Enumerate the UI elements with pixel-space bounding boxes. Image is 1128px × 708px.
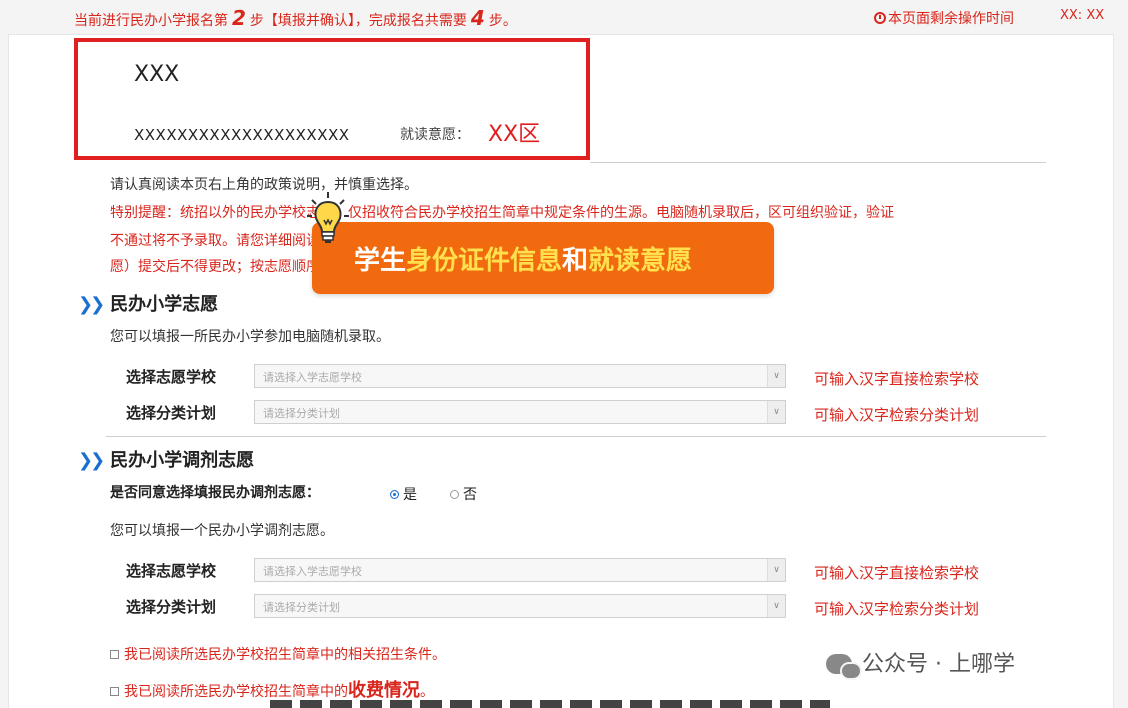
chevron-right-icon: ❯❯	[78, 294, 105, 315]
section1-plan-tip: 可输入汉字检索分类计划	[814, 406, 980, 424]
checkbox-box[interactable]	[110, 687, 119, 696]
highlight-callout: 学生身份证件信息和就读意愿	[312, 222, 774, 294]
section1-plan-select[interactable]: 请选择分类计划 ∨	[254, 400, 786, 424]
checkbox-label-fees-prefix: 我已阅读所选民办学校招生简章中的	[124, 684, 348, 700]
chevron-down-icon[interactable]: ∨	[767, 559, 785, 581]
section1-title-text: 民办小学志愿	[110, 294, 219, 315]
total-steps-number: 4	[470, 6, 485, 30]
clock-icon	[874, 12, 886, 24]
section2-plan-tip: 可输入汉字检索分类计划	[814, 600, 980, 618]
chevron-down-icon[interactable]: ∨	[767, 595, 785, 617]
section1-school-select[interactable]: 请选择入学志愿学校 ∨	[254, 364, 786, 388]
divider	[106, 436, 1046, 437]
radio-yes-dot[interactable]	[390, 490, 399, 499]
section1-school-placeholder: 请选择入学志愿学校	[263, 371, 362, 384]
timer-label-text: 本页面剩余操作时间	[888, 11, 1014, 27]
callout-text: 学生身份证件信息和就读意愿	[354, 240, 692, 277]
watermark: 公众号 · 上哪学	[826, 646, 1015, 680]
section2-school-placeholder: 请选择入学志愿学校	[263, 565, 362, 578]
callout-part-3: 和	[562, 246, 589, 276]
radio-no[interactable]: 否	[450, 484, 477, 504]
section2-school-select[interactable]: 请选择入学志愿学校 ∨	[254, 558, 786, 582]
current-step-number: 2	[232, 6, 246, 30]
top-bar: 当前进行民办小学报名第 2 步【填报并确认】，完成报名共需要 4 步。 本页面剩余操作时…	[0, 0, 1128, 34]
lightbulb-icon	[307, 192, 349, 243]
notice-line-1: 请认真阅读本页右上角的政策说明，并慎重选择。	[110, 177, 418, 193]
section1-school-tip: 可输入汉字直接检索学校	[814, 370, 980, 388]
callout-part-4: 就读意愿	[588, 246, 693, 276]
wechat-icon	[826, 654, 862, 680]
timer-value: XX: XX	[1060, 8, 1105, 23]
section-title-private-school: ❯❯ 民办小学志愿	[78, 290, 218, 316]
section2-school-tip: 可输入汉字直接检索学校	[814, 564, 980, 582]
checkbox-admission-conditions[interactable]: 我已阅读所选民办学校招生简章中的相关招生条件。	[110, 644, 446, 664]
section1-plan-label: 选择分类计划	[126, 404, 217, 422]
section-title-adjustment: ❯❯ 民办小学调剂志愿	[78, 446, 254, 472]
chevron-down-icon[interactable]: ∨	[767, 365, 785, 387]
chevron-down-icon[interactable]: ∨	[767, 401, 785, 423]
section2-title-text: 民办小学调剂志愿	[110, 450, 255, 471]
student-id-number: XXXXXXXXXXXXXXXXXXXX	[134, 126, 350, 144]
intent-value: XX区	[488, 122, 541, 147]
section2-plan-label: 选择分类计划	[126, 598, 217, 616]
section2-plan-placeholder: 请选择分类计划	[263, 601, 340, 614]
chevron-right-icon: ❯❯	[78, 450, 105, 471]
watermark-text: 公众号 · 上哪学	[862, 652, 1015, 677]
radio-no-label: 否	[463, 487, 477, 503]
step-suffix: 步。	[488, 13, 517, 29]
section1-hint: 您可以填报一所民办小学参加电脑随机录取。	[110, 329, 390, 345]
checkbox-label-conditions: 我已阅读所选民办学校招生简章中的相关招生条件。	[124, 647, 446, 663]
cropped-caption-text	[270, 700, 830, 708]
adjustment-question: 是否同意选择填报民办调剂志愿：	[110, 485, 320, 501]
radio-no-dot[interactable]	[450, 490, 459, 499]
callout-part-2: 身份证件信息	[406, 246, 563, 276]
section2-hint: 您可以填报一个民办小学调剂志愿。	[110, 523, 334, 539]
student-name: XXX	[134, 62, 180, 87]
section2-plan-select[interactable]: 请选择分类计划 ∨	[254, 594, 786, 618]
step-prefix: 当前进行民办小学报名第	[74, 13, 228, 29]
section1-plan-placeholder: 请选择分类计划	[263, 407, 340, 420]
notice-line-2: 特别提醒：统招以外的民办学校志愿，仅招收符合民办学校招生简章中规定条件的生源。电…	[110, 205, 894, 221]
radio-yes-label: 是	[403, 487, 417, 503]
section2-school-label: 选择志愿学校	[126, 562, 217, 580]
checkbox-label-fees-suffix: 。	[420, 684, 434, 700]
checkbox-fees[interactable]: 我已阅读所选民办学校招生简章中的收费情况。	[110, 676, 434, 702]
divider	[590, 162, 1046, 163]
timer-label: 本页面剩余操作时间	[874, 8, 1014, 28]
callout-part-1: 学生	[354, 246, 407, 276]
section1-school-label: 选择志愿学校	[126, 368, 217, 386]
step-indicator: 当前进行民办小学报名第 2 步【填报并确认】，完成报名共需要 4 步。	[74, 6, 517, 30]
intent-label: 就读意愿：	[400, 127, 470, 143]
step-mid-text: 步【填报并确认】，完成报名共需要	[249, 13, 467, 29]
checkbox-box[interactable]	[110, 650, 119, 659]
checkbox-label-fees-strong: 收费情况	[348, 680, 420, 701]
identity-highlight-box: XXX XXXXXXXXXXXXXXXXXXXX 就读意愿： XX区	[74, 38, 590, 160]
radio-yes[interactable]: 是	[390, 484, 417, 504]
